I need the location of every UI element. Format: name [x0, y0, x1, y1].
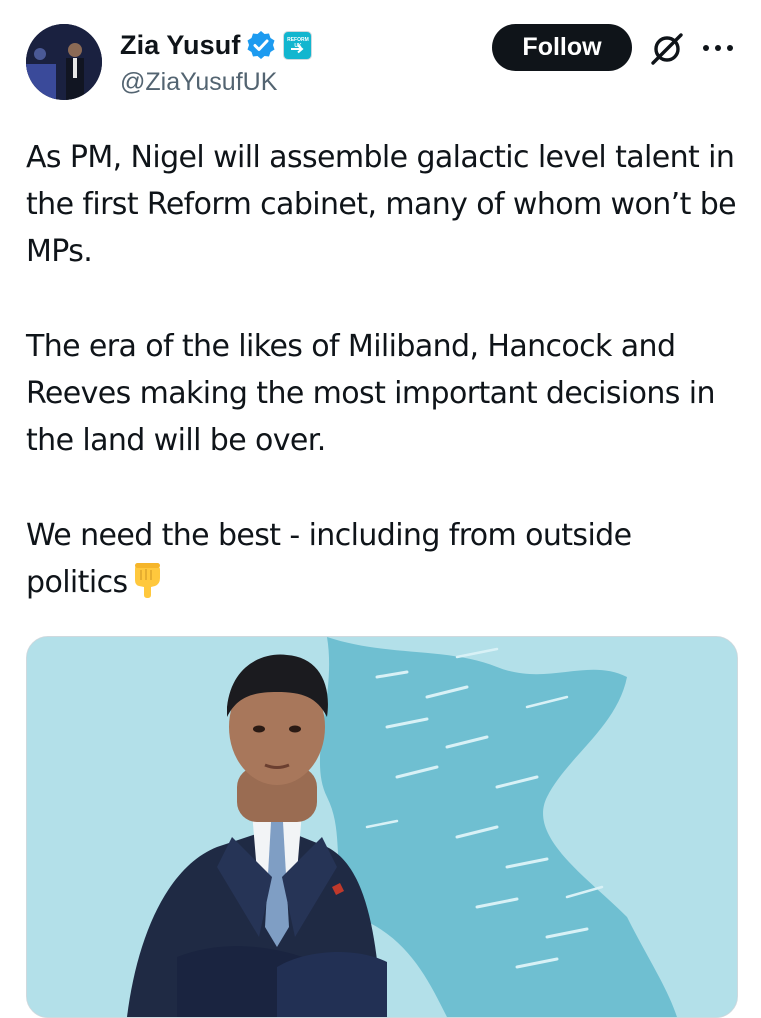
tweet-header: Zia Yusuf REFORM UK @ZiaYusufUK Follow [0, 0, 761, 120]
tweet-photo[interactable] [26, 636, 738, 1018]
display-name[interactable]: Zia Yusuf [120, 30, 240, 61]
grok-icon[interactable] [648, 30, 686, 68]
tweet-paragraph-text: We need the best - including from outsid… [26, 518, 632, 600]
tweet-paragraph: We need the best - including from outsid… [26, 512, 741, 612]
tweet-paragraph: The era of the likes of Miliband, Hancoc… [26, 329, 716, 458]
name-row: Zia Yusuf REFORM UK [120, 28, 313, 62]
follow-button[interactable]: Follow [492, 24, 632, 71]
verified-badge-icon [246, 30, 276, 60]
tweet-text: As PM, Nigel will assemble galactic leve… [26, 134, 741, 660]
more-horizontal-icon[interactable] [700, 38, 736, 58]
avatar[interactable] [26, 24, 102, 100]
tweet-paragraph: As PM, Nigel will assemble galactic leve… [26, 140, 737, 269]
pointing-down-emoji-icon [130, 560, 164, 612]
reform-affiliation-badge-icon[interactable]: REFORM UK [283, 30, 313, 60]
user-handle[interactable]: @ZiaYusufUK [120, 68, 277, 97]
